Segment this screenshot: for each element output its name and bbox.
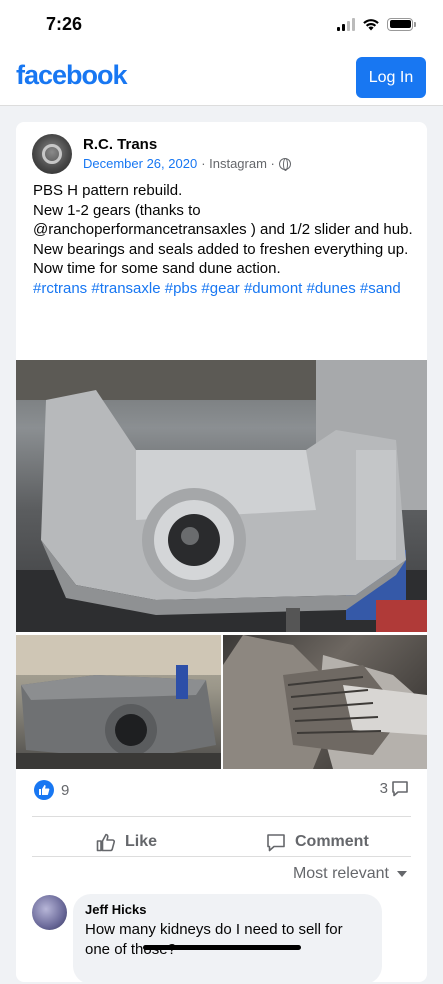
comment-bubble: Jeff Hicks How many kidneys do I need to… — [73, 894, 382, 984]
battery-icon — [387, 17, 416, 31]
divider — [32, 816, 411, 817]
comment-icon — [267, 833, 285, 851]
post-photo-3[interactable] — [223, 635, 427, 769]
post-line: New bearings and seals added to freshen … — [33, 240, 409, 258]
post-card: R.C. Trans December 26, 2020 · Instagram… — [16, 122, 427, 984]
comment-summary[interactable]: 3 — [380, 780, 409, 797]
post-meta: December 26, 2020 · Instagram · — [83, 156, 291, 171]
reaction-summary[interactable]: 9 — [34, 780, 69, 800]
sort-label: Most relevant — [292, 865, 389, 882]
like-count: 9 — [61, 781, 70, 799]
author-avatar[interactable] — [32, 134, 72, 174]
comment-bubble-icon — [392, 781, 408, 797]
like-reaction-icon — [34, 780, 54, 800]
comment-text: How many kidneys do I need to sell for o… — [85, 921, 343, 958]
divider — [32, 856, 411, 857]
post-date[interactable]: December 26, 2020 — [83, 156, 197, 171]
login-button[interactable]: Log In — [356, 57, 426, 98]
like-button-label: Like — [125, 833, 158, 850]
post-hashtags[interactable]: #rctrans #transaxle #pbs #gear #dumont #… — [33, 279, 418, 299]
commenter-avatar[interactable] — [32, 895, 67, 930]
comment-count: 3 — [379, 780, 388, 797]
signal-icon — [337, 17, 355, 31]
facebook-logo[interactable]: facebook — [16, 60, 128, 91]
post-photo-main[interactable] — [16, 360, 427, 632]
commenter-name[interactable]: Jeff Hicks — [85, 902, 370, 917]
caret-down-icon — [397, 871, 407, 877]
top-header: facebook Log In — [0, 50, 443, 106]
post-line: New 1-2 gears (thanks to @ranchoperforma… — [33, 201, 413, 239]
thumbs-up-icon — [96, 833, 116, 851]
post-source: · Instagram · — [201, 156, 275, 171]
status-icons — [337, 17, 416, 31]
author-name[interactable]: R.C. Trans — [83, 136, 157, 153]
post-line: Now time for some sand dune action. — [33, 260, 281, 278]
sort-comments-dropdown[interactable]: Most relevant — [293, 865, 407, 883]
globe-icon — [278, 157, 291, 171]
status-bar: 7:26 — [0, 0, 443, 50]
post-text: PBS H pattern rebuild. New 1-2 gears (th… — [33, 181, 418, 299]
wifi-icon — [363, 19, 379, 31]
comment-button-label: Comment — [295, 833, 369, 850]
post-photo-2[interactable] — [16, 635, 221, 769]
home-indicator[interactable] — [143, 945, 301, 950]
post-line: PBS H pattern rebuild. — [33, 182, 183, 199]
status-time: 7:26 — [46, 14, 83, 34]
